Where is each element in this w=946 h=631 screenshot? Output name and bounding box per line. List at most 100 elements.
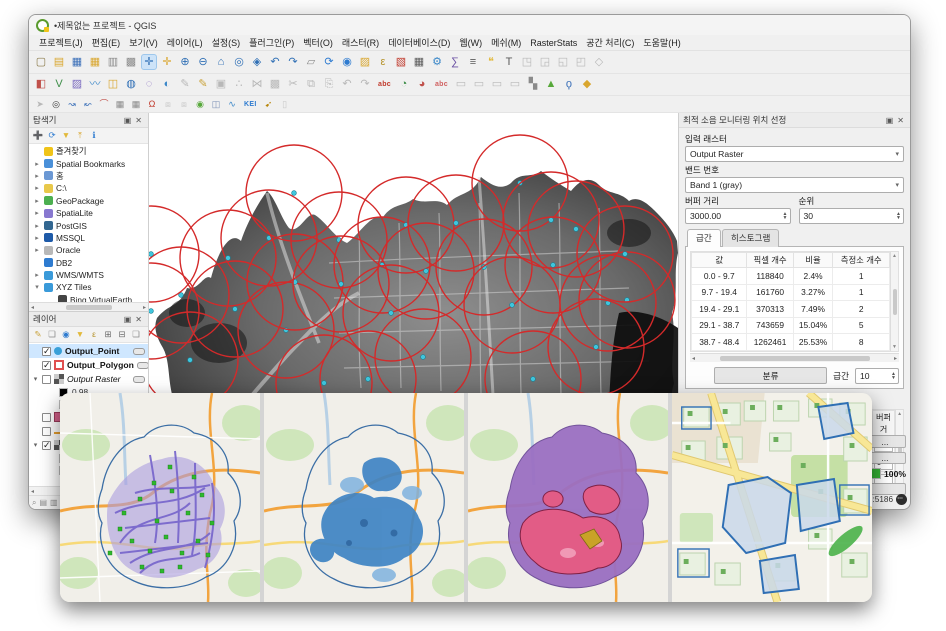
browser-hscrollbar[interactable]: ◂▸ [29, 302, 148, 311]
copy-features-icon[interactable]: ⧉ [303, 77, 319, 93]
classify-button[interactable]: 분류 [714, 367, 827, 384]
band-combo[interactable]: Band 1 (gray) ▾ [685, 177, 904, 193]
pause-icon[interactable]: ▯ [278, 97, 292, 111]
classes-table-header[interactable]: 비율 [793, 253, 833, 268]
menu-item[interactable]: 프로젝트(J) [35, 35, 87, 50]
open-project-icon[interactable]: ▤ [51, 54, 67, 70]
collapse-layers-icon[interactable]: ⊟ [116, 329, 128, 341]
checker-icon[interactable]: ▚ [525, 77, 541, 93]
vertex-tool-icon[interactable]: ∴ [231, 77, 247, 93]
measure-icon[interactable]: ≡ [465, 54, 481, 70]
search-icon[interactable]: ⌕ [32, 498, 36, 508]
disabled-a-icon[interactable]: ⧈ [161, 97, 175, 111]
attribute-table-icon[interactable]: ▦ [411, 54, 427, 70]
georef-icon[interactable]: ◉ [193, 97, 207, 111]
delete-selected-icon[interactable]: ▩ [267, 77, 283, 93]
plugin-icon[interactable]: ◆ [579, 77, 595, 93]
filter-browser-icon[interactable]: ▼ [60, 130, 72, 142]
snapping-icon[interactable]: ◎ [49, 97, 63, 111]
classes-table-header[interactable]: 값 [692, 253, 747, 268]
open-layer-styling-icon[interactable]: ✎ [32, 329, 44, 341]
layer-row[interactable]: Output_Point [29, 344, 148, 358]
exception-table-header[interactable]: 버퍼 거 [872, 411, 895, 436]
run-model-icon[interactable]: ➹ [262, 97, 276, 111]
remove-layer-icon[interactable]: ❏ [130, 329, 142, 341]
layer-row[interactable]: Output_Polygon [29, 358, 148, 372]
redo-icon[interactable]: ↷ [357, 77, 373, 93]
titlebar[interactable]: •제목없는 프로젝트 - QGIS [29, 15, 910, 35]
menu-item[interactable]: 편집(E) [88, 35, 125, 50]
map-tips-icon[interactable]: ❝ [483, 54, 499, 70]
browser-tree-item[interactable]: ▸ C:\ [31, 182, 148, 194]
browser-tree-item[interactable]: ▸ 홈 [31, 170, 148, 182]
cut-features-icon[interactable]: ✂ [285, 77, 301, 93]
close-panel-icon[interactable]: ✕ [133, 116, 144, 125]
zoom-to-selection-icon[interactable]: ◎ [231, 54, 247, 70]
gray-label4-icon[interactable]: ▭ [507, 77, 523, 93]
browser-tree-item[interactable]: 즐겨찾기 [31, 145, 148, 157]
save-project-icon[interactable]: ▦ [69, 54, 85, 70]
expand-all-icon[interactable]: ⊞ [102, 329, 114, 341]
menu-item[interactable]: 벡터(O) [299, 35, 337, 50]
style-triangle-icon[interactable]: ▲ [543, 77, 559, 93]
processing-toolbox-icon[interactable]: ⚙ [429, 54, 445, 70]
menu-item[interactable]: RasterStats [526, 37, 581, 49]
new-shapefile-icon[interactable]: ◲ [537, 54, 553, 70]
zoom-to-layer-icon[interactable]: ◈ [249, 54, 265, 70]
new-mesh-icon[interactable]: ◇ [591, 54, 607, 70]
grid-b-icon[interactable]: ▦ [129, 97, 143, 111]
save-as-icon[interactable]: ▦ [87, 54, 103, 70]
layout-manager-icon[interactable]: ▩ [123, 54, 139, 70]
layer-visibility-checkbox[interactable] [42, 361, 51, 370]
add-selected-layer-icon[interactable]: ➕ [32, 130, 44, 142]
statistics-icon[interactable]: ∑ [447, 54, 463, 70]
identify-icon[interactable]: ◉ [339, 54, 355, 70]
menu-item[interactable]: 메쉬(M) [487, 35, 525, 50]
disabled-b-icon[interactable]: ⧈ [177, 97, 191, 111]
manage-themes-icon[interactable]: ◉ [60, 329, 72, 341]
float-panel-icon[interactable]: ▣ [884, 116, 896, 125]
zoom-last-icon[interactable]: ↶ [267, 54, 283, 70]
profile-icon[interactable]: ∿ [225, 97, 239, 111]
refresh-icon[interactable]: ⟳ [321, 54, 337, 70]
chip2-icon[interactable]: abc [432, 77, 451, 93]
select-tool-icon[interactable]: ➤ [33, 97, 47, 111]
layer-visibility-checkbox[interactable] [42, 441, 51, 450]
float-panel-icon[interactable]: ▣ [122, 116, 134, 125]
layer-labeling-icon[interactable]: ◔ [396, 77, 412, 93]
buffer-distance-spinner[interactable]: 3000.00 ▲▼ [685, 208, 791, 224]
filter-legend-icon[interactable]: ▼ [74, 329, 86, 341]
add-group-icon[interactable]: ❏ [46, 329, 58, 341]
select-features-icon[interactable]: ▨ [357, 54, 373, 70]
browser-tree-item[interactable]: DB2 [31, 257, 148, 269]
layer-visibility-checkbox[interactable] [42, 413, 51, 422]
text-annotation-icon[interactable]: T [501, 54, 517, 70]
browser-tree-item[interactable]: ▸ GeoPackage [31, 195, 148, 207]
magnet-red-icon[interactable]: Ω [145, 97, 159, 111]
history-icon[interactable]: ▥ [50, 498, 58, 507]
classes-vscrollbar[interactable]: ▲▼ [890, 252, 898, 351]
undo-icon[interactable]: ↶ [339, 77, 355, 93]
messages-icon[interactable] [896, 494, 907, 505]
spinner-arrows-icon[interactable]: ▲▼ [783, 212, 788, 220]
new-temp-layer-icon[interactable]: ◰ [573, 54, 589, 70]
menu-item[interactable]: 웹(W) [455, 35, 486, 50]
close-panel-icon[interactable]: ✕ [895, 116, 906, 125]
refresh-browser-icon[interactable]: ⟳ [46, 130, 58, 142]
digitize-icon[interactable]: ▣ [213, 77, 229, 93]
classes-count-spinner[interactable]: 10 ▲▼ [855, 368, 899, 384]
properties-widget-icon[interactable]: ℹ [88, 130, 100, 142]
select-by-expression-icon[interactable]: ε [375, 54, 391, 70]
style-icon[interactable]: ▤ [39, 498, 47, 507]
pan-map-icon[interactable]: ✛ [141, 54, 157, 70]
browser-tree-item[interactable]: ▸ Oracle [31, 244, 148, 256]
kei-plugin-icon[interactable]: KEI [241, 97, 260, 111]
spinner-arrows-icon[interactable]: ▲▼ [891, 372, 896, 380]
classes-table-row[interactable]: 38.7 - 48.4 1262461 25.53% 8 [692, 334, 890, 351]
browser-tree-item[interactable]: ▸ WMS/WMTS [31, 269, 148, 281]
paste-features-icon[interactable]: ⎘ [321, 77, 337, 93]
add-postgis-icon[interactable]: ◍ [123, 77, 139, 93]
layer-visibility-checkbox[interactable] [42, 427, 51, 436]
arc-icon[interactable]: ⌒ [97, 97, 111, 111]
classes-table-header[interactable]: 측정소 개수 [833, 253, 890, 268]
